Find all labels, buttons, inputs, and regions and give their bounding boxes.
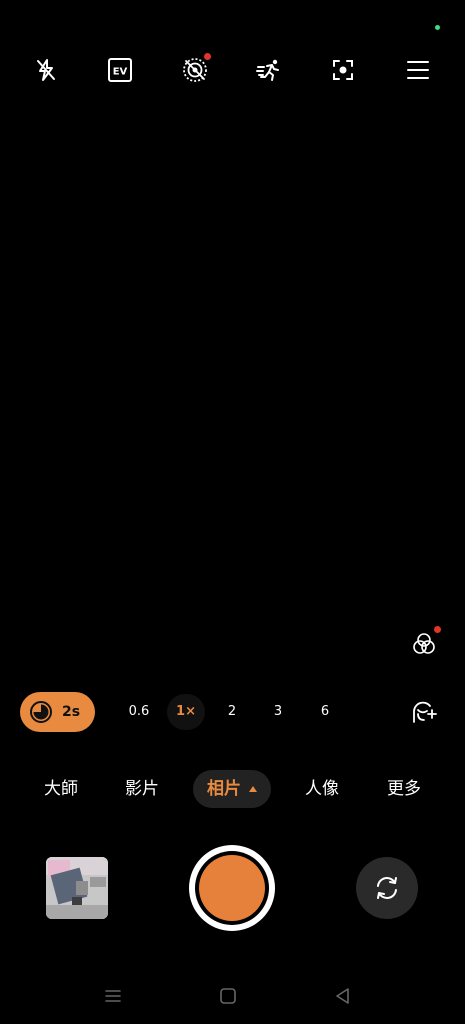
live-photo-off-icon[interactable] [175, 50, 215, 90]
mode-pro[interactable]: 大師 [44, 770, 78, 808]
menu-icon[interactable] [398, 50, 438, 90]
gallery-thumbnail[interactable] [46, 857, 108, 919]
switch-camera-icon [377, 877, 397, 899]
camera-mode-selector: 大師 影片 相片 人像 更多 [0, 770, 465, 808]
zoom-option-2[interactable]: 2 [228, 692, 236, 732]
mode-more[interactable]: 更多 [387, 770, 421, 808]
mode-photo[interactable]: 相片 [193, 770, 271, 808]
zoom-bar: 2s 0.6 1× 2 3 6 [0, 692, 465, 732]
ev-label: EV [113, 67, 128, 78]
status-indicator-dot [435, 25, 440, 30]
mode-video[interactable]: 影片 [125, 770, 159, 808]
switch-camera-button[interactable] [356, 857, 418, 919]
top-toolbar: EV [0, 50, 465, 90]
zoom-option-3[interactable]: 3 [274, 692, 282, 732]
shutter-core [199, 855, 265, 921]
home-icon[interactable] [216, 984, 240, 1008]
mode-photo-label: 相片 [207, 779, 241, 799]
shutter-ring [195, 851, 269, 925]
zoom-option-1x[interactable]: 1× [176, 692, 196, 732]
motion-capture-icon[interactable] [249, 50, 289, 90]
shutter-button[interactable] [189, 845, 275, 931]
recent-apps-icon[interactable] [101, 984, 125, 1008]
exposure-ev-icon[interactable]: EV [100, 50, 140, 90]
system-navigation-bar [0, 980, 465, 1012]
focus-icon[interactable] [323, 50, 363, 90]
timer-label: 2s [62, 704, 81, 720]
timer-button[interactable]: 2s [20, 692, 95, 732]
filter-notification-dot [434, 626, 441, 633]
live-photo-notification-dot [204, 53, 211, 60]
mode-portrait[interactable]: 人像 [305, 770, 339, 808]
zoom-option-0-6[interactable]: 0.6 [129, 692, 150, 732]
zoom-option-6[interactable]: 6 [321, 692, 329, 732]
filter-icon[interactable] [406, 626, 442, 662]
flash-off-icon[interactable] [26, 50, 66, 90]
beauty-icon[interactable] [405, 694, 443, 730]
back-icon[interactable] [331, 984, 355, 1008]
camera-viewfinder[interactable] [0, 100, 465, 680]
timer-icon [30, 701, 52, 723]
caret-up-icon [249, 786, 257, 792]
